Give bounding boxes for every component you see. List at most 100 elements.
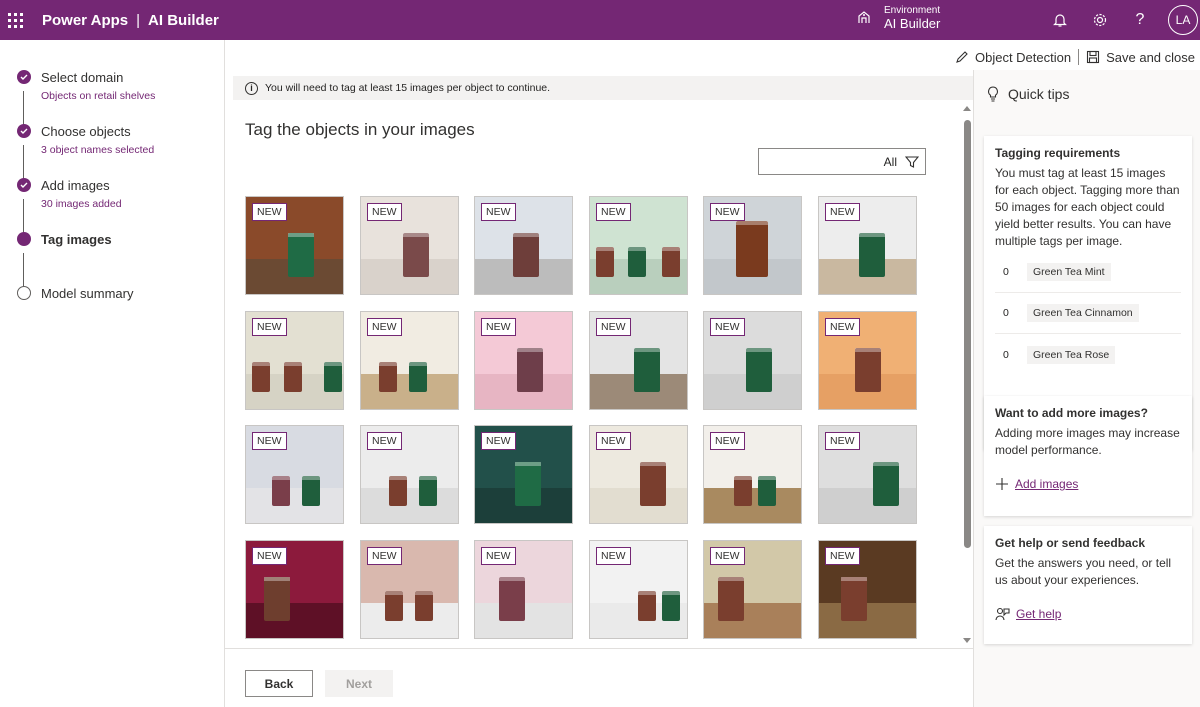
info-icon: i	[245, 81, 258, 95]
image-tile[interactable]: NEW	[360, 196, 459, 295]
tea-can	[515, 461, 541, 506]
product-name: AI Builder	[148, 11, 219, 29]
tea-can	[288, 232, 314, 277]
new-badge: NEW	[710, 432, 745, 450]
tea-can	[634, 347, 660, 392]
tea-can	[841, 576, 867, 621]
image-tile[interactable]: NEW	[474, 425, 573, 524]
new-badge: NEW	[710, 318, 745, 336]
image-tile[interactable]: NEW	[360, 540, 459, 639]
command-bar: Object Detection Save and close	[950, 44, 1200, 70]
back-button[interactable]: Back	[245, 670, 313, 697]
image-tile[interactable]: NEW	[589, 311, 688, 410]
tea-can	[662, 590, 680, 621]
image-tile[interactable]: NEW	[245, 196, 344, 295]
new-badge: NEW	[367, 547, 402, 565]
image-tile[interactable]: NEW	[703, 311, 802, 410]
object-detection-button[interactable]: Object Detection	[950, 50, 1076, 65]
tag-chip: Green Tea Cinnamon	[1027, 304, 1139, 322]
image-tile[interactable]: NEW	[245, 425, 344, 524]
step-title: Choose objects	[41, 124, 131, 139]
tag-row: 0 Green Tea Cinnamon	[995, 293, 1181, 334]
notifications-button[interactable]	[1050, 10, 1070, 30]
settings-button[interactable]	[1090, 10, 1110, 30]
help-button[interactable]: ?	[1130, 10, 1150, 30]
step-title: Select domain	[41, 70, 124, 85]
wizard-footer: Back Next	[225, 648, 973, 707]
new-badge: NEW	[596, 203, 631, 221]
image-filter-dropdown[interactable]: All	[758, 148, 926, 175]
image-tile[interactable]: NEW	[360, 311, 459, 410]
panel-title: Quick tips	[1008, 86, 1070, 102]
title-separator: |	[136, 11, 141, 29]
person-feedback-icon	[995, 607, 1010, 621]
tea-can	[252, 361, 270, 392]
add-images-link-text[interactable]: Add images	[1015, 477, 1078, 491]
pencil-icon	[956, 51, 968, 63]
gear-icon	[1093, 13, 1107, 27]
new-badge: NEW	[825, 432, 860, 450]
tea-can	[855, 347, 881, 392]
scroll-up-icon[interactable]	[963, 106, 971, 111]
environment-picker[interactable]: Environment AI Builder	[856, 4, 940, 30]
current-step-icon	[17, 232, 31, 246]
image-tile[interactable]: NEW	[703, 540, 802, 639]
tea-can	[746, 347, 772, 392]
image-tile[interactable]: NEW	[360, 425, 459, 524]
object-detection-label: Object Detection	[974, 49, 1072, 65]
new-badge: NEW	[481, 547, 516, 565]
tea-can	[638, 590, 656, 621]
save-and-close-button[interactable]: Save and close	[1081, 50, 1200, 65]
new-badge: NEW	[367, 318, 402, 336]
tea-can	[596, 246, 614, 277]
check-icon	[17, 124, 31, 138]
next-button[interactable]: Next	[325, 670, 393, 697]
bell-icon	[1053, 14, 1067, 27]
card-text: Adding more images may increase model pe…	[995, 426, 1180, 457]
image-tile[interactable]: NEW	[818, 425, 917, 524]
image-tile[interactable]: NEW	[474, 540, 573, 639]
step-subtitle: 30 images added	[41, 198, 122, 210]
tea-can	[403, 232, 429, 277]
image-tile[interactable]: NEW	[703, 196, 802, 295]
new-badge: NEW	[252, 318, 287, 336]
new-badge: NEW	[825, 318, 860, 336]
image-tile[interactable]: NEW	[245, 540, 344, 639]
tea-can	[385, 590, 403, 621]
image-tile[interactable]: NEW	[818, 540, 917, 639]
new-badge: NEW	[252, 203, 287, 221]
step-title: Tag images	[41, 232, 112, 247]
scroll-down-icon[interactable]	[963, 638, 971, 643]
image-tile[interactable]: NEW	[818, 196, 917, 295]
avatar[interactable]: LA	[1168, 5, 1198, 35]
app-launcher-button[interactable]	[0, 0, 30, 40]
new-badge: NEW	[252, 547, 287, 565]
tea-can	[419, 475, 437, 506]
tea-can	[517, 347, 543, 392]
image-tile[interactable]: NEW	[589, 540, 688, 639]
environment-icon	[858, 11, 870, 23]
save-and-close-label: Save and close	[1106, 49, 1195, 65]
plus-icon	[996, 478, 1008, 490]
tag-row: 0 Green Tea Rose	[995, 334, 1181, 375]
image-tile[interactable]: NEW	[703, 425, 802, 524]
get-help-link[interactable]: Get help	[995, 607, 1181, 621]
scroll-thumb[interactable]	[964, 120, 971, 548]
get-help-link-text[interactable]: Get help	[1016, 607, 1061, 621]
image-tile[interactable]: NEW	[245, 311, 344, 410]
image-tile[interactable]: NEW	[474, 196, 573, 295]
command-divider	[1078, 49, 1080, 65]
photo-surface	[361, 488, 458, 523]
image-tile[interactable]: NEW	[589, 425, 688, 524]
image-tile[interactable]: NEW	[818, 311, 917, 410]
app-title[interactable]: Power Apps | AI Builder	[42, 12, 219, 29]
photo-surface	[246, 603, 343, 638]
image-tile[interactable]: NEW	[474, 311, 573, 410]
image-tile[interactable]: NEW	[589, 196, 688, 295]
tea-can	[628, 246, 646, 277]
save-icon	[1087, 50, 1100, 64]
scrollbar[interactable]	[961, 100, 973, 648]
filter-value: All	[883, 154, 897, 169]
photo-surface	[246, 488, 343, 523]
add-images-link[interactable]: Add images	[995, 477, 1181, 491]
